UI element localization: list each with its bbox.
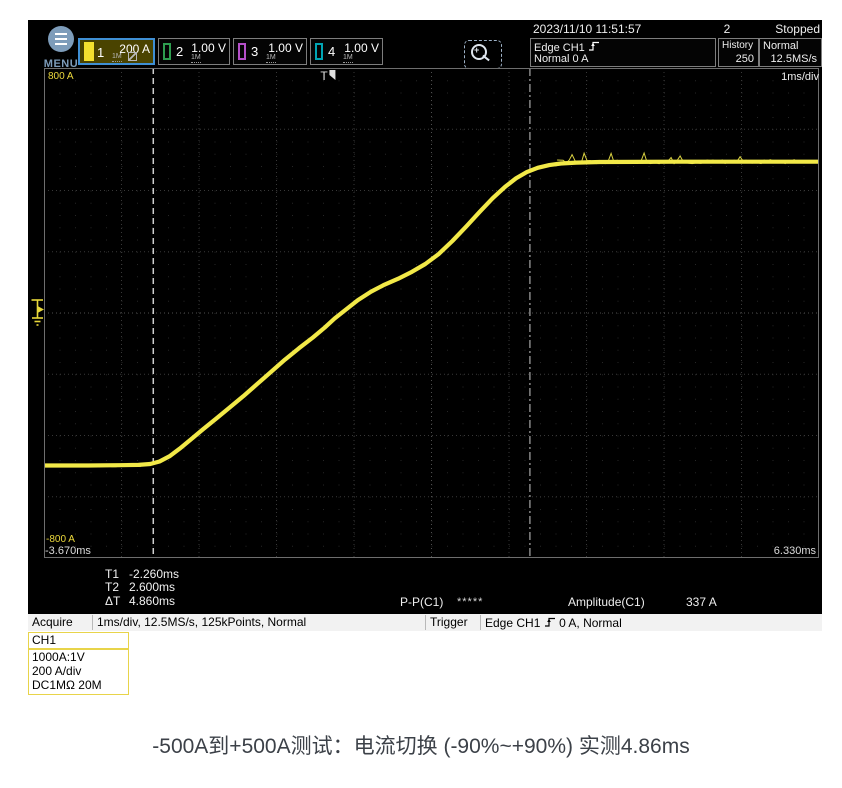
acquire-settings-value[interactable]: 1ms/div, 12.5MS/s, 125kPoints, Normal — [97, 616, 306, 629]
trigger-type-label: Edge CH1 — [534, 40, 600, 54]
pp-measure-value: ***** — [457, 596, 483, 608]
channel-4-number: 4 — [328, 44, 335, 59]
amplitude-measure-value: 337 A — [686, 596, 717, 609]
pp-measure-label: P-P(C1) — [400, 596, 443, 609]
zoom-tool-icon[interactable]: + — [464, 40, 502, 69]
datetime-label: 2023/11/10 11:51:57 — [533, 23, 641, 36]
channel-3-color-chip — [238, 43, 246, 60]
impedance-1M-icon: 1M — [343, 54, 353, 63]
channel-4-color-chip — [315, 43, 323, 60]
acquisition-count: 2 — [717, 23, 737, 36]
run-state-label: Stopped — [775, 23, 820, 36]
svg-text:T: T — [320, 69, 328, 83]
ch1-coupling: DC1MΩ 20M — [29, 678, 128, 692]
menu-icon — [48, 26, 74, 52]
trigger-mode-label: Normal 0 A — [534, 53, 588, 65]
channel-2-number: 2 — [176, 44, 183, 59]
impedance-1M-icon: 1M — [112, 53, 122, 62]
trigger-settings-value[interactable]: Edge CH1 0 A, Normal — [485, 616, 622, 630]
history-box[interactable]: History 250 — [718, 38, 759, 67]
ch1-probe-ratio: 1000A:1V — [29, 650, 128, 664]
channel-4-scale: 1.00 V — [344, 41, 379, 55]
rising-edge-icon — [544, 616, 556, 628]
channel-3-box[interactable]: 3 1.00 V 1M — [233, 38, 307, 65]
divider — [92, 615, 93, 630]
graticule: T — [44, 68, 819, 558]
page: { "caption": "-500A到+500A测试：电流切换 (-90%~+… — [0, 0, 842, 788]
trigger-summary-box[interactable]: Edge CH1 Normal 0 A — [530, 38, 716, 67]
oscilloscope-screen: MENU 1 200 A 1M 2 1.00 V 1M 3 1.00 V 1M … — [28, 20, 822, 631]
history-count: 250 — [736, 53, 754, 65]
right-time-label: 6.330ms — [774, 545, 816, 557]
acquire-label[interactable]: Acquire — [32, 616, 73, 629]
channel-1-number: 1 — [97, 45, 104, 60]
channel-2-color-chip — [163, 43, 171, 60]
caption-text: -500A到+500A测试：电流切换 (-90%~+90%) 实测4.86ms — [0, 730, 842, 760]
channel-2-scale: 1.00 V — [191, 41, 226, 55]
left-time-label: -3.670ms — [45, 545, 91, 557]
rising-edge-icon — [588, 40, 600, 52]
cursor-t1-readout: T1-2.260ms — [105, 567, 179, 581]
ch1-scale: 200 A/div — [29, 664, 128, 678]
channel-2-box[interactable]: 2 1.00 V 1M — [158, 38, 230, 65]
divider — [480, 615, 481, 630]
sample-mode-box[interactable]: Normal 12.5MS/s — [759, 38, 822, 67]
cursor-delta-readout: ΔT4.860ms — [105, 594, 175, 608]
sample-mode-label: Normal — [763, 40, 798, 52]
probe-icon — [128, 52, 137, 61]
top-amplitude-label: 800 A — [48, 71, 74, 82]
channel-1-color-chip — [84, 42, 94, 61]
history-label: History — [722, 40, 753, 51]
timebase-label: 1ms/div — [781, 71, 819, 83]
ch1-panel-title: CH1 — [29, 633, 128, 650]
bottom-amplitude-label: -800 A — [46, 534, 75, 545]
status-bar: Acquire 1ms/div, 12.5MS/s, 125kPoints, N… — [28, 614, 822, 631]
channel-1-box[interactable]: 1 200 A 1M — [78, 38, 155, 65]
channel-3-scale: 1.00 V — [268, 41, 303, 55]
amplitude-measure-label: Amplitude(C1) — [568, 596, 645, 609]
trigger-level-icon[interactable] — [30, 297, 45, 328]
impedance-1M-icon: 1M — [266, 54, 276, 63]
channel-4-box[interactable]: 4 1.00 V 1M — [310, 38, 383, 65]
impedance-1M-icon: 1M — [191, 54, 201, 63]
ch1-info-panel: CH1 1000A:1V 200 A/div DC1MΩ 20M — [28, 632, 129, 695]
sample-rate-value: 12.5MS/s — [771, 53, 817, 65]
divider — [425, 615, 426, 630]
trigger-label[interactable]: Trigger — [430, 616, 468, 629]
cursor-t2-readout: T22.600ms — [105, 580, 175, 594]
channel-3-number: 3 — [251, 44, 258, 59]
